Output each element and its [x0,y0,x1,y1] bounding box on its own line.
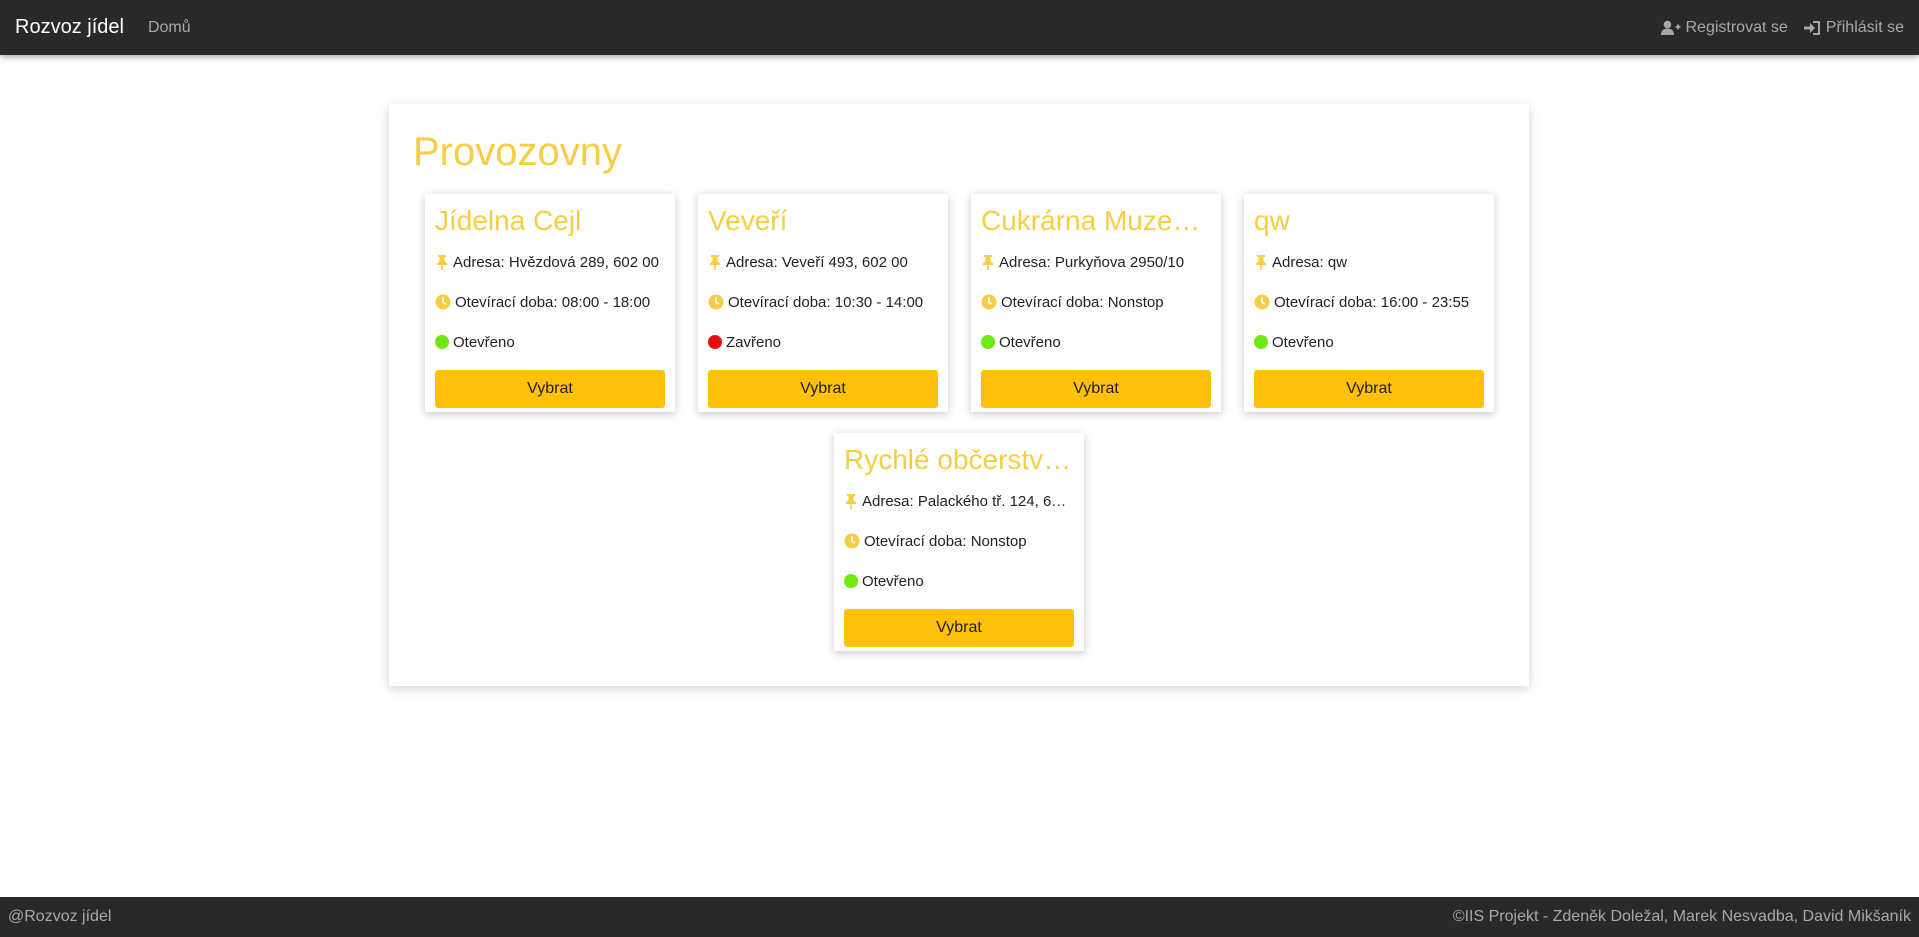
card-hours: Otevírací doba: Nonstop [844,521,1074,561]
card-status: Otevřeno [435,322,665,362]
select-button[interactable]: Vybrat [708,370,938,408]
card-hours: Otevírací doba: 08:00 - 18:00 [435,282,665,322]
card-title: qw [1254,205,1290,236]
pin-icon [708,254,722,270]
status-dot-icon [708,335,722,349]
nav-right: Registrovat se Přihlásit se [1645,19,1904,37]
card-hours: Otevírací doba: Nonstop [981,282,1211,322]
pin-icon [435,254,449,270]
pin-icon [981,254,995,270]
card-address: Adresa: Veveří 493, 602 00 [708,242,938,282]
clock-icon [981,294,997,310]
select-button[interactable]: Vybrat [1254,370,1484,408]
page-title: Provozovny [413,130,622,174]
card-hours: Otevírací doba: 10:30 - 14:00 [708,282,938,322]
establishment-card: Cukrárna Muzeum Adresa: Purkyňova 2950/1… [971,194,1221,412]
page-footer: @Rozvoz jídel ©IIS Projekt - Zdeněk Dole… [0,897,1919,937]
card-title: Jídelna Cejl [435,205,582,236]
pin-icon [844,493,858,509]
establishment-card: Rychlé občerstvení Adresa: Palackého tř.… [834,433,1084,651]
card-status: Otevřeno [844,561,1074,601]
register-label: Registrovat se [1685,18,1788,36]
footer-brand: @Rozvoz jídel [8,908,112,925]
establishment-card: Veveří Adresa: Veveří 493, 602 00 Otevír… [698,194,948,412]
footer-credits: ©IIS Projekt - Zdeněk Doležal, Marek Nes… [1452,908,1911,925]
pin-icon [1254,254,1268,270]
login-label: Přihlásit se [1825,18,1904,36]
clock-icon [1254,294,1270,310]
card-status: Otevřeno [1254,322,1484,362]
register-link[interactable]: Registrovat se [1661,18,1788,37]
nav-home-link[interactable]: Domů [148,19,191,37]
card-title: Veveří [708,205,788,236]
select-button[interactable]: Vybrat [981,370,1211,408]
status-dot-icon [435,335,449,349]
select-button[interactable]: Vybrat [435,370,665,408]
card-status: Zavřeno [708,322,938,362]
card-address: Adresa: Palackého tř. 124, 612 00 [844,481,1074,521]
establishments-panel: Provozovny Jídelna Cejl Adresa: Hvězdová… [389,104,1529,686]
card-address: Adresa: Purkyňova 2950/10 [981,242,1211,282]
user-plus-icon [1661,20,1681,35]
clock-icon [844,533,860,549]
login-link[interactable]: Přihlásit se [1803,18,1904,37]
card-title: Cukrárna Muzeum [981,205,1211,236]
establishment-card: qw Adresa: qw Otevírací doba: 16:00 - 23… [1244,194,1494,412]
status-dot-icon [1254,335,1268,349]
status-dot-icon [844,574,858,588]
brand-logo[interactable]: Rozvoz jídel [15,16,124,39]
sign-in-icon [1803,20,1820,35]
clock-icon [435,294,451,310]
card-hours: Otevírací doba: 16:00 - 23:55 [1254,282,1484,322]
card-address: Adresa: Hvězdová 289, 602 00 [435,242,665,282]
top-navbar: Rozvoz jídel Domů Registrovat se Přihlás… [0,0,1919,55]
select-button[interactable]: Vybrat [844,609,1074,647]
establishment-card: Jídelna Cejl Adresa: Hvězdová 289, 602 0… [425,194,675,412]
card-status: Otevřeno [981,322,1211,362]
clock-icon [708,294,724,310]
card-title: Rychlé občerstvení [844,444,1074,475]
status-dot-icon [981,335,995,349]
card-address: Adresa: qw [1254,242,1484,282]
